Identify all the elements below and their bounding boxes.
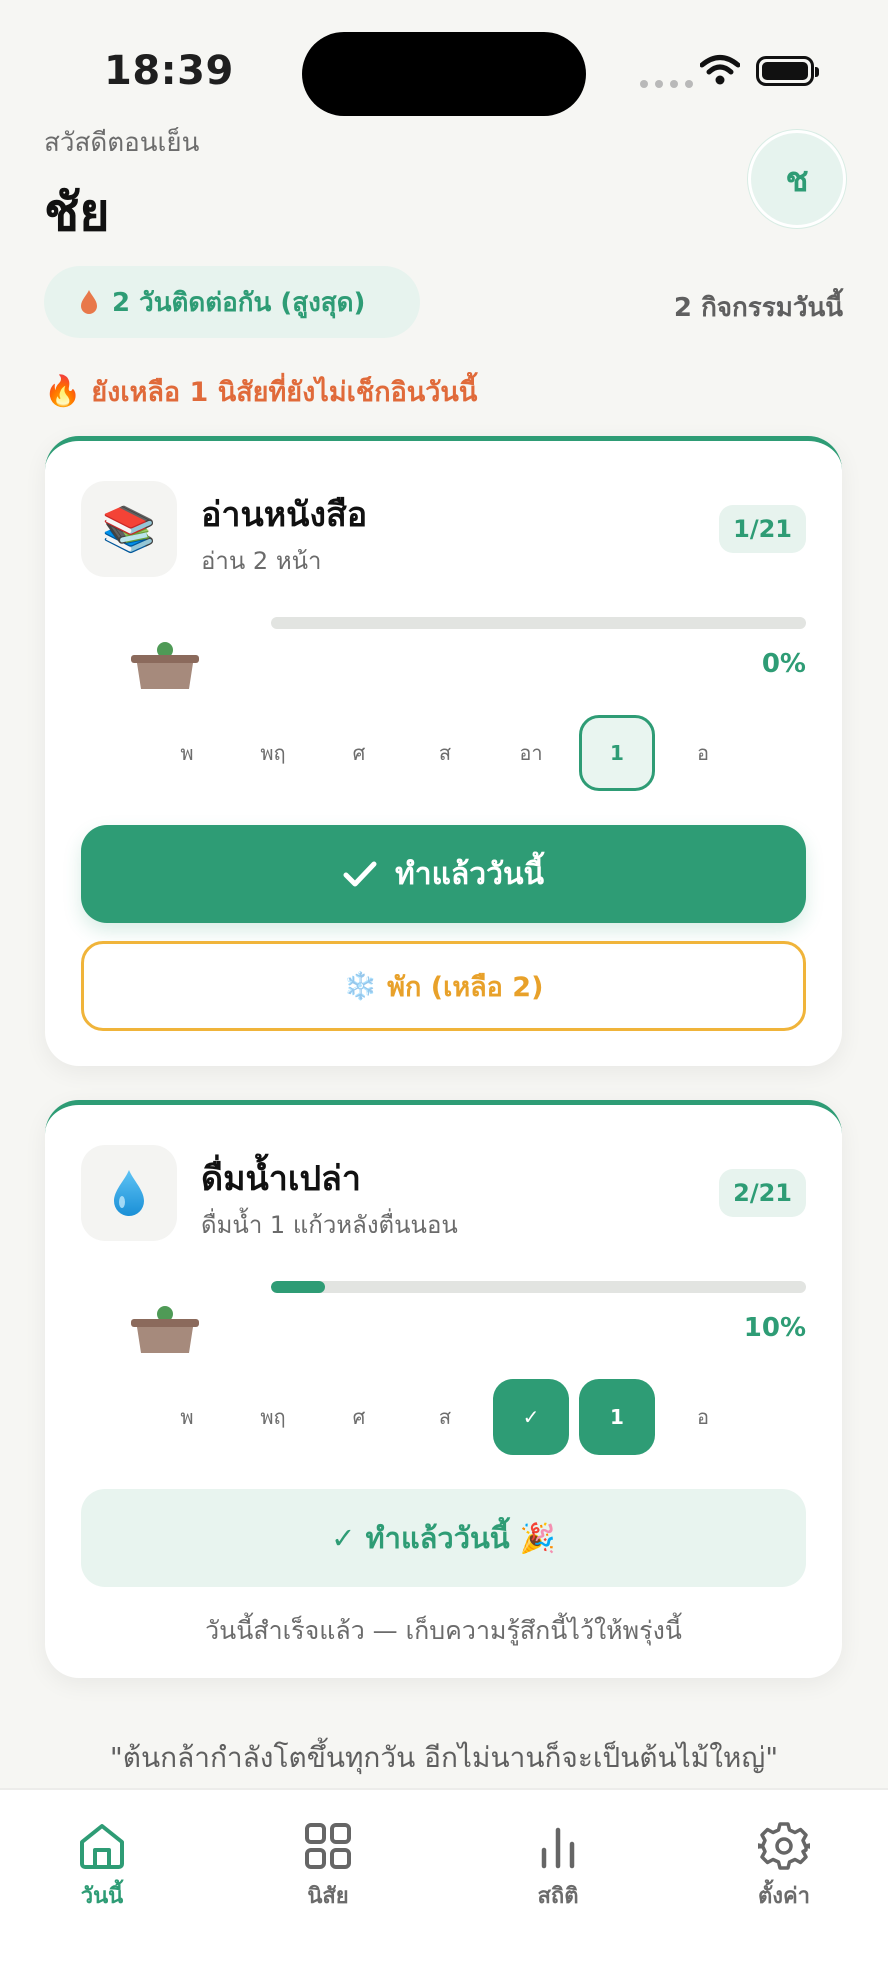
day-chip: อ — [696, 1405, 709, 1429]
habit-progress-bar — [271, 617, 806, 629]
tab-stats[interactable]: สถิติ — [488, 1820, 628, 1913]
streak-text: 2 วันติดต่อกัน (สูงสุด) — [112, 287, 366, 318]
tab-label: ตั้งค่า — [757, 1884, 811, 1909]
page-title: ชัย — [44, 183, 110, 243]
water-drop-icon — [81, 1145, 177, 1241]
progress-fill — [271, 1281, 325, 1293]
completed-today-banner: ✓ ทำแล้ววันนี้ 🎉 — [81, 1489, 806, 1587]
completed-note: วันนี้สำเร็จแล้ว — เก็บความรู้สึกนี้ไว้ใ… — [205, 1616, 682, 1645]
dynamic-island — [302, 32, 586, 116]
habit-card-water[interactable]: ดื่มน้ำเปล่า ดื่มน้ำ 1 แก้วหลังตื่นนอน 2… — [45, 1100, 842, 1678]
tab-label: สถิติ — [537, 1884, 579, 1909]
week-day-row: พ พฤ ศ ส อา 1 อ — [149, 715, 741, 791]
grid-icon — [305, 1823, 351, 1869]
fire-icon: 🔥 — [44, 374, 82, 409]
bottom-tab-bar: วันนี้ นิสัย สถิติ ตั้งค่า — [0, 1788, 888, 1980]
books-icon: 📚 — [81, 481, 177, 577]
today-activity-count: 2 กิจกรรมวันนี้ — [673, 293, 843, 323]
day-chip: ศ — [352, 741, 366, 765]
gear-icon — [758, 1822, 810, 1870]
habit-subtitle: ดื่มน้ำ 1 แก้วหลังตื่นนอน — [201, 1211, 458, 1239]
habit-day-badge: 2/21 — [719, 1169, 806, 1217]
mark-done-button[interactable]: ทำแล้ววันนี้ — [81, 825, 806, 923]
tab-habits[interactable]: นิสัย — [258, 1820, 398, 1913]
avatar[interactable]: ช — [748, 130, 846, 228]
check-icon — [343, 861, 377, 887]
day-chip-today: 1 — [579, 1379, 655, 1455]
day-chip: ส — [438, 741, 452, 765]
day-chip: พ — [180, 1405, 194, 1429]
checkin-reminder: 🔥 ยังเหลือ 1 นิสัยที่ยังไม่เช็กอินวันนี้ — [44, 370, 477, 413]
day-chip: พฤ — [260, 1405, 286, 1429]
snowflake-icon: ❄️ — [343, 971, 378, 1002]
reminder-text: ยังเหลือ 1 นิสัยที่ยังไม่เช็กอินวันนี้ — [91, 377, 478, 408]
streak-badge: 2 วันติดต่อกัน (สูงสุด) — [44, 266, 420, 338]
motivational-quote: "ต้นกล้ากำลังโตขึ้นทุกวัน อีกไม่นานก็จะเ… — [109, 1741, 779, 1774]
seedling-pot-icon — [131, 1306, 199, 1353]
habit-progress-bar — [271, 1281, 806, 1293]
tab-label: วันนี้ — [80, 1884, 124, 1909]
day-chip: ส — [438, 1405, 452, 1429]
tab-settings[interactable]: ตั้งค่า — [714, 1820, 854, 1913]
day-chip: อา — [519, 741, 543, 765]
signal-icon — [640, 80, 693, 88]
mark-done-label: ทำแล้ววันนี้ — [394, 856, 545, 892]
habit-progress-percent: 0% — [761, 649, 806, 679]
home-icon — [80, 1824, 124, 1869]
battery-icon — [756, 56, 819, 86]
day-chip-done: ✓ — [493, 1379, 569, 1455]
habit-subtitle: อ่าน 2 หน้า — [201, 547, 322, 575]
day-chip: พ — [180, 741, 194, 765]
habit-card-reading[interactable]: 📚 อ่านหนังสือ อ่าน 2 หน้า 1/21 0% พ พฤ ศ… — [45, 436, 842, 1066]
tab-label: นิสัย — [307, 1884, 349, 1909]
habit-day-badge: 1/21 — [719, 505, 806, 553]
rest-button[interactable]: ❄️ พัก (เหลือ 2) — [81, 941, 806, 1031]
tab-today[interactable]: วันนี้ — [32, 1820, 172, 1913]
greeting-text: สวัสดีตอนเย็น — [44, 128, 200, 158]
seedling-pot-icon — [131, 642, 199, 689]
rest-label: พัก (เหลือ 2) — [387, 971, 544, 1003]
flame-icon — [81, 290, 97, 314]
wifi-icon — [700, 55, 740, 85]
habit-title: ดื่มน้ำเปล่า — [201, 1159, 361, 1199]
day-chip: อ — [696, 741, 709, 765]
day-chip: พฤ — [260, 741, 286, 765]
day-chip-today: 1 — [579, 715, 655, 791]
habit-progress-percent: 10% — [743, 1313, 806, 1343]
bar-chart-icon — [541, 1827, 575, 1869]
habit-title: อ่านหนังสือ — [201, 495, 368, 535]
status-time: 18:39 — [104, 48, 234, 94]
day-chip: ศ — [352, 1405, 366, 1429]
week-day-row: พ พฤ ศ ส ✓ 1 อ — [149, 1379, 741, 1455]
